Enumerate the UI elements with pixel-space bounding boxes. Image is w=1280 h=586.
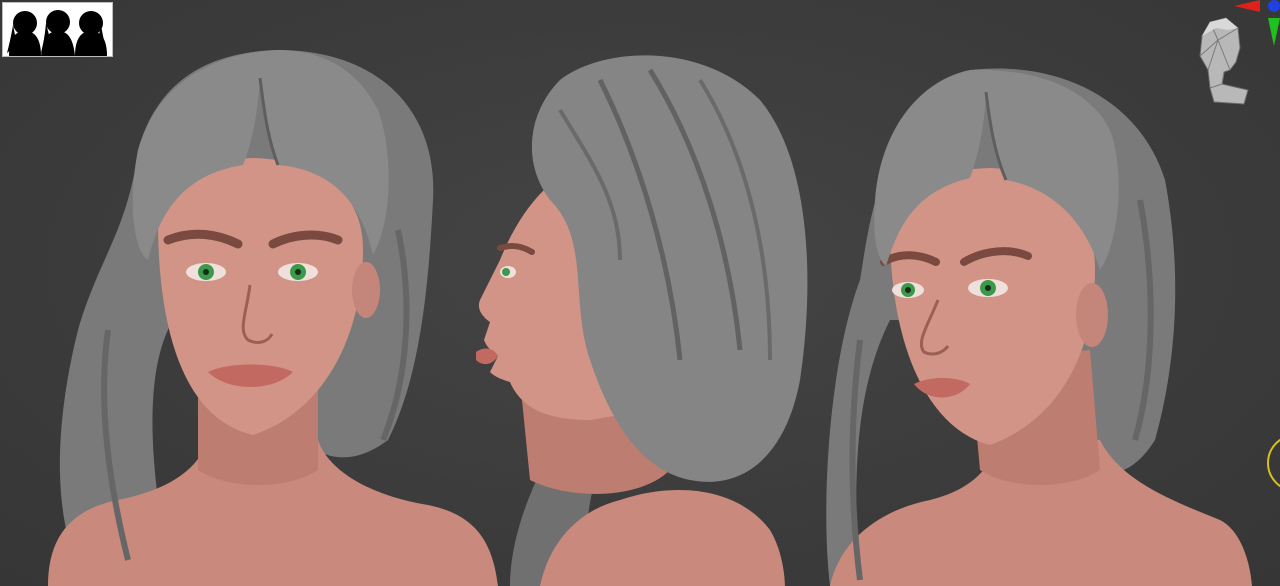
female-bust-front-icon [48, 50, 498, 586]
y-axis-arrow-icon [1268, 18, 1280, 46]
z-axis-dot-icon [1268, 0, 1280, 12]
canvas-viewport[interactable] [0, 0, 1280, 586]
three-quarter-view[interactable] [820, 0, 1260, 586]
front-view[interactable] [28, 0, 508, 586]
female-bust-three-quarter-icon [826, 68, 1252, 586]
brush-radius-ring [1262, 428, 1280, 498]
side-view[interactable] [440, 0, 840, 586]
brush-ring-icon [1267, 438, 1280, 488]
female-bust-side-icon [476, 55, 808, 586]
